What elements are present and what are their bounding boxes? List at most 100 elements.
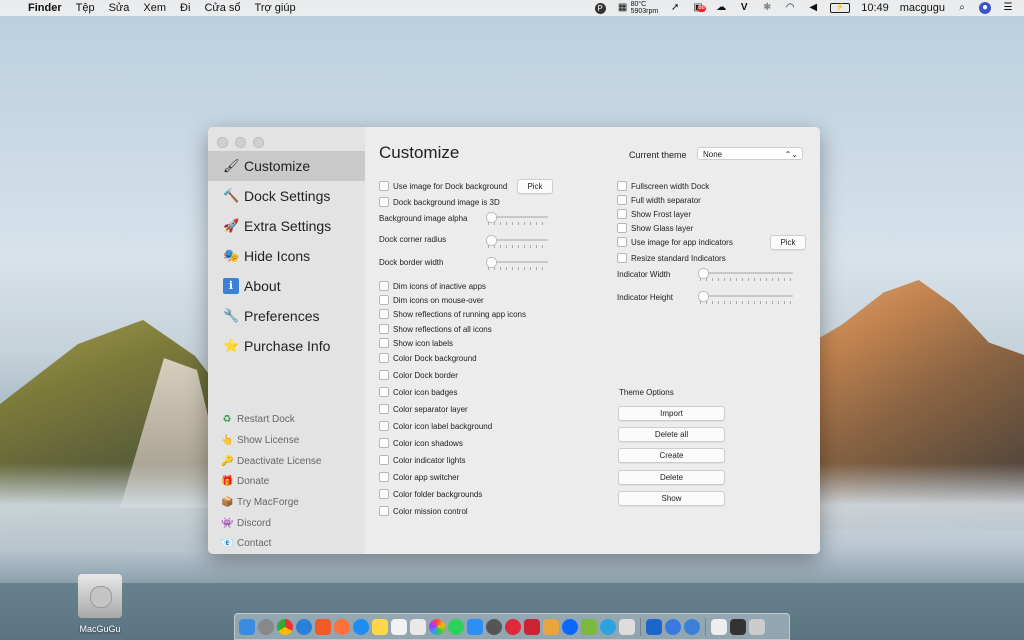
sidebar-item-purchase-info[interactable]: ⭐ Purchase Info bbox=[208, 331, 365, 361]
appstore-icon[interactable] bbox=[467, 618, 483, 635]
sidebar-item-hide-icons[interactable]: 🎭 Hide Icons bbox=[208, 241, 365, 271]
fullscreen-width-checkbox[interactable]: Fullscreen width Dock bbox=[617, 181, 709, 191]
notes-icon[interactable] bbox=[372, 618, 388, 635]
sidebar-item-dock-settings[interactable]: 🔨 Dock Settings bbox=[208, 181, 365, 211]
border-width-slider[interactable] bbox=[486, 257, 548, 270]
xcode-icon[interactable] bbox=[665, 618, 681, 635]
volume-icon[interactable]: ◀ bbox=[807, 2, 819, 14]
indicator-height-slider[interactable] bbox=[698, 291, 793, 304]
import-theme-button[interactable]: Import bbox=[618, 406, 725, 421]
indicator-width-slider[interactable] bbox=[698, 268, 793, 281]
color-icon-label-bg-checkbox[interactable]: Color icon label background bbox=[379, 421, 492, 431]
firefox-icon[interactable] bbox=[334, 618, 350, 635]
sidebar-item-preferences[interactable]: 🔧 Preferences bbox=[208, 301, 365, 331]
cloud-icon[interactable]: ☁ bbox=[715, 2, 727, 14]
notification-center-icon[interactable]: ☰ bbox=[1002, 2, 1014, 14]
menu-finder[interactable]: Finder bbox=[28, 2, 62, 14]
try-macforge-link[interactable]: 📦 Try MacForge bbox=[221, 497, 299, 508]
clock[interactable]: 10:49 bbox=[861, 2, 889, 14]
color-indicator-lights-checkbox[interactable]: Color indicator lights bbox=[379, 455, 465, 465]
reflections-running-checkbox[interactable]: Show reflections of running app icons bbox=[379, 309, 526, 319]
show-license-link[interactable]: 👆 Show License bbox=[221, 435, 299, 446]
current-theme-select[interactable]: None ⌃⌄ bbox=[697, 147, 803, 160]
color-folder-bg-checkbox[interactable]: Color folder backgrounds bbox=[379, 489, 482, 499]
hard-drive-icon[interactable] bbox=[78, 574, 122, 618]
notification-badge-icon[interactable]: ▣68 bbox=[692, 2, 706, 14]
dim-inactive-checkbox[interactable]: Dim icons of inactive apps bbox=[379, 281, 486, 291]
zalo-icon[interactable] bbox=[562, 618, 578, 635]
show-theme-button[interactable]: Show bbox=[618, 491, 725, 506]
full-width-separator-checkbox[interactable]: Full width separator bbox=[617, 195, 701, 205]
paperplane-icon[interactable]: ➚ bbox=[669, 2, 681, 14]
v-app-icon[interactable]: V bbox=[738, 2, 750, 14]
telegram-icon[interactable] bbox=[600, 618, 616, 635]
image-3d-checkbox[interactable]: Dock background image is 3D bbox=[379, 197, 500, 207]
p-status-icon[interactable]: P bbox=[594, 2, 606, 14]
wifi-icon[interactable]: ◠ bbox=[784, 2, 796, 14]
sensor-status[interactable]: ▦ 80°C 5903rpm bbox=[617, 1, 658, 15]
terminal-icon[interactable] bbox=[730, 618, 746, 635]
show-icon-labels-checkbox[interactable]: Show icon labels bbox=[379, 338, 453, 348]
show-glass-layer-checkbox[interactable]: Show Glass layer bbox=[617, 223, 693, 233]
slider-knob[interactable] bbox=[698, 268, 709, 279]
slider-knob[interactable] bbox=[486, 212, 497, 223]
menu-go[interactable]: Đi bbox=[180, 2, 190, 14]
color-icon-shadows-checkbox[interactable]: Color icon shadows bbox=[379, 438, 463, 448]
slider-knob[interactable] bbox=[486, 235, 497, 246]
launchpad-icon[interactable] bbox=[258, 618, 274, 635]
image-app-indicators-checkbox[interactable]: Use image for app indicators bbox=[617, 237, 733, 247]
color-app-switcher-checkbox[interactable]: Color app switcher bbox=[379, 472, 459, 482]
zoom-button[interactable] bbox=[253, 137, 264, 148]
menu-file[interactable]: Tệp bbox=[76, 2, 95, 14]
preview-icon[interactable] bbox=[410, 618, 426, 635]
discord-link[interactable]: 👾 Discord bbox=[221, 518, 271, 529]
color-mission-control-checkbox[interactable]: Color mission control bbox=[379, 506, 468, 516]
textedit-icon[interactable] bbox=[619, 618, 635, 635]
user-name[interactable]: macgugu bbox=[900, 2, 945, 14]
show-frost-layer-checkbox[interactable]: Show Frost layer bbox=[617, 209, 691, 219]
pick-indicator-image-button[interactable]: Pick bbox=[770, 235, 806, 250]
color-separator-checkbox[interactable]: Color separator layer bbox=[379, 404, 468, 414]
delete-theme-button[interactable]: Delete bbox=[618, 470, 725, 485]
document-icon[interactable] bbox=[711, 618, 727, 635]
safari-icon[interactable] bbox=[353, 618, 369, 635]
color-icon-badges-checkbox[interactable]: Color icon badges bbox=[379, 387, 457, 397]
siri-icon[interactable]: ● bbox=[979, 2, 991, 14]
menu-window[interactable]: Cửa sổ bbox=[204, 2, 240, 14]
red-app-icon[interactable] bbox=[524, 618, 540, 635]
slider-knob[interactable] bbox=[698, 291, 709, 302]
trash-icon[interactable] bbox=[749, 618, 765, 635]
sidebar-item-customize[interactable]: 🖌 Customize bbox=[208, 151, 365, 181]
sidebar-item-about[interactable]: ℹ About bbox=[208, 271, 365, 301]
trello-icon[interactable] bbox=[646, 618, 662, 635]
contact-link[interactable]: 📧 Contact bbox=[221, 538, 271, 549]
reminders-icon[interactable] bbox=[391, 618, 407, 635]
monkey-app-icon[interactable] bbox=[543, 618, 559, 635]
finder-icon[interactable] bbox=[239, 618, 255, 635]
layers-app-icon[interactable] bbox=[581, 618, 597, 635]
color-dock-bg-checkbox[interactable]: Color Dock background bbox=[379, 353, 477, 363]
delete-all-themes-button[interactable]: Delete all bbox=[618, 427, 725, 442]
edge-icon[interactable] bbox=[296, 618, 312, 635]
photos-icon[interactable] bbox=[429, 618, 445, 635]
close-button[interactable] bbox=[217, 137, 228, 148]
corner-radius-slider[interactable] bbox=[486, 235, 548, 248]
pick-dock-image-button[interactable]: Pick bbox=[517, 179, 553, 194]
brave-icon[interactable] bbox=[315, 618, 331, 635]
bluetooth-icon[interactable]: ✱ bbox=[761, 2, 773, 14]
slider-knob[interactable] bbox=[486, 257, 497, 268]
menu-view[interactable]: Xem bbox=[143, 2, 166, 14]
resize-indicators-checkbox[interactable]: Resize standard Indicators bbox=[617, 253, 726, 263]
color-dock-border-checkbox[interactable]: Color Dock border bbox=[379, 370, 458, 380]
use-image-dock-bg-checkbox[interactable]: Use image for Dock background bbox=[379, 181, 507, 191]
deactivate-license-link[interactable]: 🔑 Deactivate License bbox=[221, 456, 322, 467]
restart-dock-link[interactable]: ♻ Restart Dock bbox=[221, 414, 295, 425]
messages-icon[interactable] bbox=[448, 618, 464, 635]
reflections-all-checkbox[interactable]: Show reflections of all icons bbox=[379, 324, 492, 334]
system-preferences-icon[interactable] bbox=[486, 618, 502, 635]
battery-icon[interactable]: ⚡ bbox=[830, 3, 851, 13]
chrome-icon[interactable] bbox=[277, 618, 293, 635]
vietjet-icon[interactable] bbox=[505, 618, 521, 635]
bg-alpha-slider[interactable] bbox=[486, 212, 548, 225]
menu-edit[interactable]: Sửa bbox=[109, 2, 130, 14]
